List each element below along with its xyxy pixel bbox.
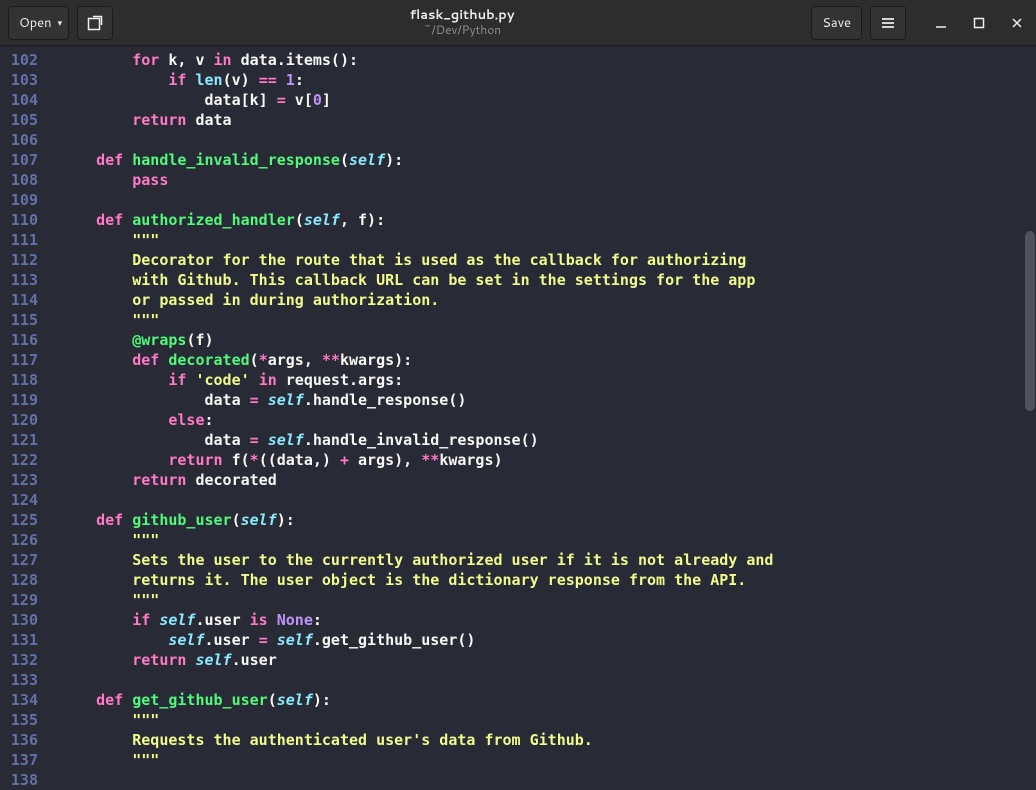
window-close-button[interactable]: [998, 0, 1036, 46]
dropdown-triangle-icon: ▾: [58, 16, 63, 29]
titlebar: Open ▾ flask_github.py ~/Dev/Python Save: [0, 0, 1036, 46]
code-line: returns it. The user object is the dicti…: [60, 570, 1036, 590]
line-number: 114: [0, 290, 38, 310]
code-line: with Github. This callback URL can be se…: [60, 270, 1036, 290]
line-number: 119: [0, 390, 38, 410]
window-subtitle: ~/Dev/Python: [423, 23, 501, 37]
line-number: 137: [0, 750, 38, 770]
line-number: 111: [0, 230, 38, 250]
window-maximize-button[interactable]: [960, 0, 998, 46]
code-line: def get_github_user(self):: [60, 690, 1036, 710]
line-number: 136: [0, 730, 38, 750]
line-number-gutter: 1021031041051061071081091101111121131141…: [0, 46, 46, 770]
line-number: 126: [0, 530, 38, 550]
save-button[interactable]: Save: [811, 6, 862, 40]
code-line: [60, 190, 1036, 210]
line-number: 108: [0, 170, 38, 190]
vertical-scrollbar[interactable]: [1024, 46, 1036, 770]
line-number: 117: [0, 350, 38, 370]
line-number: 102: [0, 50, 38, 70]
line-number: 131: [0, 630, 38, 650]
code-line: Decorator for the route that is used as …: [60, 250, 1036, 270]
code-line: if len(v) == 1:: [60, 70, 1036, 90]
code-line: or passed in during authorization.: [60, 290, 1036, 310]
code-line: """: [60, 710, 1036, 730]
line-number: 112: [0, 250, 38, 270]
line-number: 110: [0, 210, 38, 230]
line-number: 129: [0, 590, 38, 610]
line-number: 109: [0, 190, 38, 210]
code-line: [60, 490, 1036, 510]
code-line: Requests the authenticated user's data f…: [60, 730, 1036, 750]
line-number: 113: [0, 270, 38, 290]
code-line: data = self.handle_response(): [60, 390, 1036, 410]
code-line: if 'code' in request.args:: [60, 370, 1036, 390]
code-line: [60, 670, 1036, 690]
hamburger-icon: [880, 15, 896, 31]
code-line: def authorized_handler(self, f):: [60, 210, 1036, 230]
new-tab-icon: [87, 15, 103, 31]
code-line: data = self.handle_invalid_response(): [60, 430, 1036, 450]
line-number: 106: [0, 130, 38, 150]
code-line: return f(*((data,) + args), **kwargs): [60, 450, 1036, 470]
code-line: return data: [60, 110, 1036, 130]
code-line: self.user = self.get_github_user(): [60, 630, 1036, 650]
line-number: 132: [0, 650, 38, 670]
line-number: 134: [0, 690, 38, 710]
editor: 1021031041051061071081091101111121131141…: [0, 46, 1036, 770]
code-line: def github_user(self):: [60, 510, 1036, 530]
code-line: return self.user: [60, 650, 1036, 670]
save-button-label: Save: [822, 14, 851, 32]
code-line: """: [60, 230, 1036, 250]
close-icon: [1011, 17, 1023, 29]
line-number: 121: [0, 430, 38, 450]
new-tab-button[interactable]: [77, 6, 113, 40]
line-number: 127: [0, 550, 38, 570]
line-number: 135: [0, 710, 38, 730]
code-line: """: [60, 310, 1036, 330]
code-line: for k, v in data.items():: [60, 50, 1036, 70]
open-button[interactable]: Open ▾: [8, 6, 69, 40]
code-line: [60, 130, 1036, 150]
code-line: else:: [60, 410, 1036, 430]
code-line: return decorated: [60, 470, 1036, 490]
minimize-icon: [935, 17, 947, 29]
line-number: 138: [0, 770, 38, 790]
line-number: 118: [0, 370, 38, 390]
line-number: 107: [0, 150, 38, 170]
code-line: if self.user is None:: [60, 610, 1036, 630]
line-number: 105: [0, 110, 38, 130]
line-number: 104: [0, 90, 38, 110]
window-minimize-button[interactable]: [922, 0, 960, 46]
code-line: """: [60, 590, 1036, 610]
line-number: 122: [0, 450, 38, 470]
code-line: data[k] = v[0]: [60, 90, 1036, 110]
line-number: 123: [0, 470, 38, 490]
code-area[interactable]: for k, v in data.items(): if len(v) == 1…: [46, 46, 1036, 770]
code-line: """: [60, 530, 1036, 550]
code-line: @wraps(f): [60, 330, 1036, 350]
code-line: def handle_invalid_response(self):: [60, 150, 1036, 170]
line-number: 103: [0, 70, 38, 90]
open-button-label: Open: [19, 14, 52, 32]
line-number: 115: [0, 310, 38, 330]
line-number: 124: [0, 490, 38, 510]
maximize-icon: [973, 17, 985, 29]
line-number: 120: [0, 410, 38, 430]
code-line: """: [60, 750, 1036, 770]
scrollbar-thumb[interactable]: [1025, 231, 1035, 411]
line-number: 130: [0, 610, 38, 630]
hamburger-menu-button[interactable]: [870, 6, 906, 40]
code-line: pass: [60, 170, 1036, 190]
line-number: 133: [0, 670, 38, 690]
code-line: Sets the user to the currently authorize…: [60, 550, 1036, 570]
line-number: 116: [0, 330, 38, 350]
line-number: 125: [0, 510, 38, 530]
line-number: 128: [0, 570, 38, 590]
code-line: def decorated(*args, **kwargs):: [60, 350, 1036, 370]
